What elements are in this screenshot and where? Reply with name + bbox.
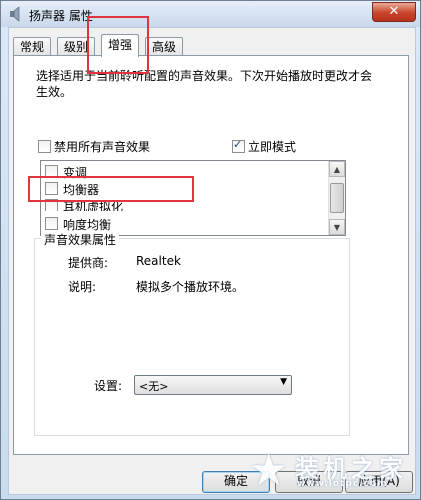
close-button[interactable]: ✕: [372, 2, 416, 22]
effect-checkbox[interactable]: [45, 217, 58, 230]
speaker-icon: [10, 6, 20, 22]
description-value: 模拟多个播放环境。: [136, 280, 245, 294]
effect-checkbox[interactable]: [45, 165, 58, 178]
chevron-down-icon: ▼: [280, 377, 287, 387]
effect-label: 耳机虚拟化: [63, 200, 124, 211]
scroll-down-icon[interactable]: ▼: [329, 219, 345, 235]
watermark-star-icon: ★: [249, 445, 289, 496]
immediate-mode-checkbox[interactable]: [232, 138, 245, 153]
watermark-url: www.lotpc.com: [297, 479, 388, 489]
immediate-mode-label[interactable]: 立即模式: [248, 138, 296, 155]
list-item[interactable]: 均衡器: [45, 180, 325, 197]
dialog-body: 常规 级别 增强 高级 选择适用于当前聆听配置的声音效果。下次开始播放时更改才会…: [8, 27, 416, 495]
tab-general[interactable]: 常规: [13, 37, 52, 56]
group-title: 声音效果属性: [41, 231, 120, 248]
effect-label: 均衡器: [63, 183, 100, 197]
disable-all-effects-checkbox[interactable]: [38, 140, 51, 153]
list-item[interactable]: 变调: [45, 163, 325, 180]
provider-label: 提供商:: [68, 256, 109, 270]
effect-checkbox[interactable]: [45, 199, 58, 211]
scroll-thumb[interactable]: [330, 183, 344, 213]
setting-label: 设置:: [94, 379, 123, 393]
tab-levels[interactable]: 级别: [57, 37, 96, 56]
watermark: ★ 装机之家 www.lotpc.com: [249, 441, 419, 499]
effects-list[interactable]: 变调 均衡器 耳机虚拟化 响度均衡 ▲ ▼: [40, 160, 346, 236]
tab-enhancements[interactable]: 增强: [101, 34, 140, 57]
list-item[interactable]: 耳机虚拟化: [45, 197, 325, 211]
disable-all-effects-label[interactable]: 禁用所有声音效果: [54, 138, 150, 155]
effect-label: 变调: [63, 166, 88, 180]
list-item[interactable]: 响度均衡: [45, 215, 325, 232]
provider-value: Realtek: [136, 254, 181, 268]
tab-strip: 常规 级别 增强 高级: [13, 34, 403, 57]
setting-dropdown[interactable]: <无> ▼: [134, 375, 292, 395]
tab-advanced[interactable]: 高级: [145, 37, 184, 56]
setting-value: <无>: [139, 380, 169, 393]
window-title: 扬声器 属性: [29, 9, 93, 23]
description-label: 说明:: [68, 280, 97, 294]
title-bar[interactable]: 扬声器 属性 ✕: [1, 1, 420, 27]
speaker-properties-window: 扬声器 属性 ✕ 常规 级别 增强 高级 选择适用于当前聆听配置的声音效果。下次…: [0, 0, 421, 500]
scroll-up-icon[interactable]: ▲: [329, 161, 345, 177]
enhancements-description: 选择适用于当前聆听配置的声音效果。下次开始播放时更改才会生效。: [36, 69, 373, 99]
effect-checkbox[interactable]: [45, 182, 58, 195]
enhancements-panel: 选择适用于当前聆听配置的声音效果。下次开始播放时更改才会生效。 禁用所有声音效果…: [13, 55, 409, 455]
list-scrollbar[interactable]: ▲ ▼: [328, 161, 345, 235]
